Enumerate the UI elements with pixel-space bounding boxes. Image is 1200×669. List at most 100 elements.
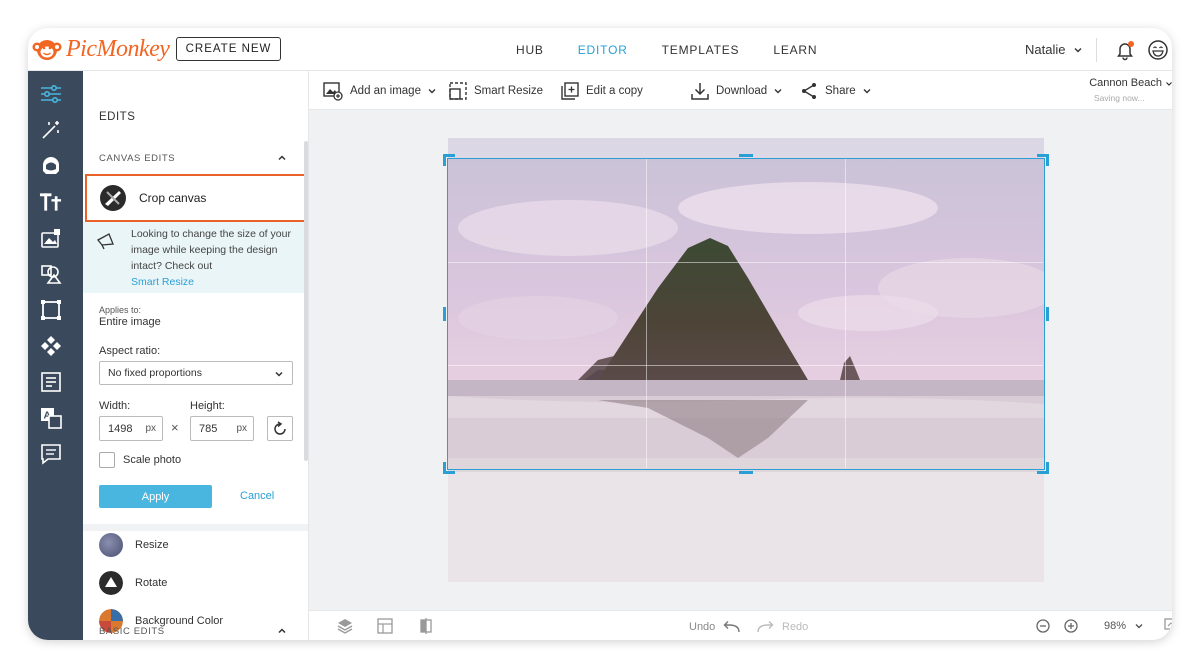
project-name[interactable]: Cannon Beach xyxy=(1086,77,1162,89)
chevron-up-icon[interactable] xyxy=(277,626,287,636)
crop-handle-bottom[interactable] xyxy=(739,471,753,474)
edit-copy-button[interactable]: Edit a copy xyxy=(561,82,643,100)
picmonkey-logo[interactable]: PicMonkey xyxy=(32,34,170,64)
editor-toolbar: Add an image Smart Resize Edit a copy Do… xyxy=(309,71,1172,110)
width-value: 1498 xyxy=(108,422,133,435)
crop-handle-top[interactable] xyxy=(739,154,753,157)
crop-handle-top-left-v[interactable] xyxy=(443,154,446,166)
scale-photo-label: Scale photo xyxy=(123,454,182,466)
copy-icon xyxy=(561,82,579,100)
bottom-bar: Undo Redo 98% xyxy=(309,610,1172,640)
layout-icon[interactable] xyxy=(39,370,62,393)
width-input[interactable]: 1498 px xyxy=(99,416,163,441)
user-menu[interactable]: Natalie xyxy=(1025,42,1083,57)
presentation-icon[interactable] xyxy=(1164,618,1172,634)
height-value: 785 xyxy=(199,422,218,435)
outside-crop-shade-bottom xyxy=(448,472,1044,582)
crop-selection[interactable] xyxy=(447,158,1045,470)
undo-arrow-icon xyxy=(723,621,740,633)
height-input[interactable]: 785 px xyxy=(190,416,254,441)
bell-icon[interactable] xyxy=(1114,39,1136,61)
scale-photo-checkbox[interactable] xyxy=(99,452,115,468)
tool-rail: A xyxy=(28,71,83,640)
smart-resize-icon xyxy=(449,82,467,100)
magic-wand-icon[interactable] xyxy=(39,118,62,141)
crop-canvas-icon xyxy=(100,185,126,211)
share-label: Share xyxy=(825,85,856,97)
swap-orientation-button[interactable] xyxy=(267,416,293,441)
face-icon[interactable] xyxy=(39,154,62,177)
canvas-edits-heading[interactable]: CANVAS EDITS xyxy=(99,153,175,164)
rotate-arrow-icon xyxy=(274,420,286,435)
main-nav: HUB EDITOR TEMPLATES LEARN xyxy=(516,28,851,71)
add-image-label: Add an image xyxy=(350,85,421,97)
apply-button[interactable]: Apply xyxy=(99,485,212,508)
tip-text: Looking to change the size of your image… xyxy=(131,226,291,290)
width-label: Width: xyxy=(99,400,131,412)
crop-handle-top-right-v[interactable] xyxy=(1046,154,1049,166)
resize-icon xyxy=(99,533,123,557)
cancel-button[interactable]: Cancel xyxy=(240,490,274,502)
download-icon xyxy=(691,83,709,100)
nav-hub[interactable]: HUB xyxy=(516,43,544,57)
smart-resize-link[interactable]: Smart Resize xyxy=(131,276,194,288)
create-new-button[interactable]: CREATE NEW xyxy=(176,37,281,61)
nav-templates[interactable]: TEMPLATES xyxy=(662,43,740,57)
crop-handle-bottom-left-v[interactable] xyxy=(443,462,446,474)
compare-icon[interactable] xyxy=(418,618,434,634)
frame-icon[interactable] xyxy=(39,298,62,321)
add-image-button[interactable]: Add an image xyxy=(323,82,437,101)
sliders-icon[interactable] xyxy=(39,82,62,105)
nav-learn[interactable]: LEARN xyxy=(773,43,817,57)
edit-copy-label: Edit a copy xyxy=(586,85,643,97)
panel-separator xyxy=(83,524,308,531)
smart-resize-button[interactable]: Smart Resize xyxy=(449,82,543,100)
crop-handle-left[interactable] xyxy=(443,307,446,321)
text-icon[interactable] xyxy=(39,190,62,213)
aspect-ratio-select[interactable]: No fixed proportions xyxy=(99,361,293,385)
rotate-icon xyxy=(99,571,123,595)
crop-handle-right[interactable] xyxy=(1046,307,1049,321)
translate-icon[interactable]: A xyxy=(39,406,62,429)
add-image-icon xyxy=(323,82,343,101)
redo-button[interactable]: Redo xyxy=(756,620,808,634)
smart-resize-label: Smart Resize xyxy=(474,85,544,97)
image-add-icon[interactable] xyxy=(39,226,62,249)
share-button[interactable]: Share xyxy=(800,82,872,100)
smiley-feedback-icon[interactable] xyxy=(1147,39,1169,61)
texture-icon[interactable] xyxy=(39,334,62,357)
zoom-select[interactable]: 98% xyxy=(1104,620,1144,632)
saving-status: Saving now... xyxy=(1094,93,1145,103)
resize-item[interactable]: Resize xyxy=(99,532,169,558)
crop-canvas-item[interactable]: Crop canvas xyxy=(85,174,308,222)
shapes-icon[interactable] xyxy=(39,262,62,285)
crop-grid-line xyxy=(448,365,1043,366)
comment-icon[interactable] xyxy=(39,442,62,465)
zoom-out-icon[interactable] xyxy=(1036,619,1050,633)
download-label: Download xyxy=(716,85,768,97)
header-divider xyxy=(1096,38,1097,62)
grid-view-icon[interactable] xyxy=(377,618,393,634)
rotate-item[interactable]: Rotate xyxy=(99,570,167,596)
crop-handle-bottom-right-v[interactable] xyxy=(1046,462,1049,474)
applies-to-label: Applies to: xyxy=(99,305,142,315)
layers-icon[interactable] xyxy=(337,618,353,634)
applies-to-value: Entire image xyxy=(99,316,161,328)
height-label: Height: xyxy=(190,400,225,412)
chevron-up-icon[interactable] xyxy=(277,153,287,163)
nav-editor[interactable]: EDITOR xyxy=(578,43,628,57)
zoom-in-icon[interactable] xyxy=(1064,619,1078,633)
download-button[interactable]: Download xyxy=(691,82,783,100)
basic-edits-heading[interactable]: BASIC EDITS xyxy=(99,626,165,637)
crop-grid-line xyxy=(845,159,846,468)
width-unit: px xyxy=(145,423,156,434)
chevron-down-icon[interactable] xyxy=(1166,79,1172,89)
rotate-label: Rotate xyxy=(135,577,168,589)
chevron-down-icon xyxy=(774,89,782,94)
redo-arrow-icon xyxy=(757,621,774,633)
panel-scrollbar[interactable] xyxy=(304,141,308,461)
chevron-down-icon xyxy=(428,89,436,94)
undo-button[interactable]: Undo xyxy=(689,620,741,634)
canvas-area xyxy=(309,110,1172,610)
chevron-down-icon xyxy=(1074,47,1082,52)
